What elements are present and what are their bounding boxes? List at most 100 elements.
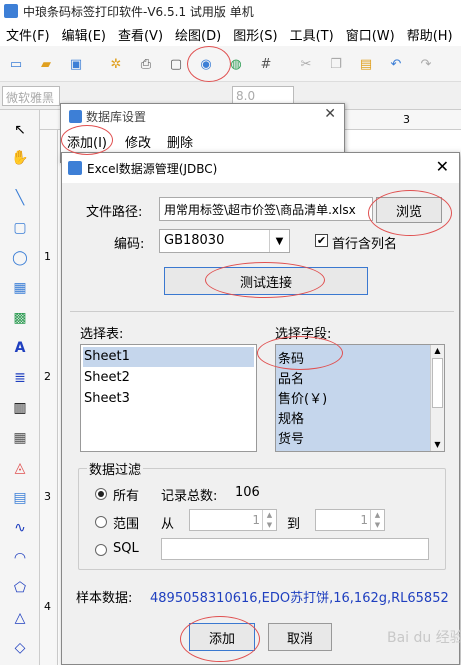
test-connection-button[interactable]: 测试连接 — [164, 267, 368, 295]
encoding-label: 编码: — [114, 237, 145, 252]
curve-icon[interactable]: ∿ — [10, 518, 30, 538]
list-item[interactable]: Sheet3 — [83, 389, 254, 409]
menu-window[interactable]: 窗口(W) — [340, 25, 401, 44]
add-menu[interactable]: 添加(I) — [67, 132, 107, 151]
print-icon[interactable]: ⎙ — [136, 54, 156, 74]
list-item[interactable]: 品名 — [278, 368, 304, 387]
sample-data-value: 4895058310616,EDO苏打饼,16,162g,RL65852 — [150, 591, 449, 606]
add-button[interactable]: 添加 — [189, 623, 255, 651]
delete-menu[interactable]: 删除 — [167, 132, 193, 151]
paragraph-icon[interactable]: ≣ — [10, 368, 30, 388]
list-item[interactable]: 规格 — [278, 408, 304, 427]
separator — [70, 311, 454, 312]
excel-datasource-dialog: Excel数据源管理(JDBC) ✕ 文件路径: 用常用标签\超市价签\商品清单… — [61, 152, 461, 665]
filter-title: 数据过滤 — [87, 459, 144, 478]
rectangle-icon[interactable]: ▢ — [10, 218, 30, 238]
filter-range-radio[interactable] — [95, 516, 107, 528]
scroll-down-icon[interactable]: ▼ — [431, 439, 444, 451]
browse-button[interactable]: 浏览 — [376, 197, 442, 223]
close-icon[interactable]: ✕ — [436, 157, 449, 176]
app-title: 中琅条码标签打印软件-V6.5.1 试用版 单机 — [23, 4, 254, 19]
arc-icon[interactable]: ◠ — [10, 548, 30, 568]
new-icon[interactable]: ▭ — [6, 54, 26, 74]
line-icon[interactable]: ╲ — [10, 188, 30, 208]
save-icon[interactable]: ▣ — [66, 54, 86, 74]
file-path-field[interactable]: 用常用标签\超市价签\商品清单.xlsx — [159, 197, 373, 221]
ruler-mark: 3 — [403, 113, 410, 126]
open-icon[interactable]: ▰ — [36, 54, 56, 74]
left-toolbox: ↖ ✋ ╲ ▢ ◯ ▦ ▩ A ≣ ▥ ▦ ◬ ▤ ∿ ◠ ⬠ △ ◇ — [0, 110, 40, 665]
app-icon — [4, 4, 18, 18]
list-item[interactable]: Sheet2 — [83, 368, 254, 388]
modify-menu[interactable]: 修改 — [125, 132, 151, 151]
menu-help[interactable]: 帮助(H) — [401, 25, 459, 44]
total-records-label: 记录总数: — [161, 489, 218, 504]
filter-all-radio[interactable] — [95, 488, 107, 500]
table-list[interactable]: Sheet1 Sheet2 Sheet3 — [80, 344, 257, 452]
settings-icon[interactable]: ✲ — [106, 54, 126, 74]
barcode-icon[interactable]: ▥ — [10, 398, 30, 418]
redo-icon[interactable]: ↷ — [416, 54, 436, 74]
menu-edit[interactable]: 编辑(E) — [56, 25, 112, 44]
qrcode-icon[interactable]: ▦ — [10, 428, 30, 448]
font-name-select[interactable]: 微软雅黑 — [2, 86, 60, 106]
image-icon[interactable]: ▦ — [10, 278, 30, 298]
pointer-icon[interactable]: ↖ — [10, 120, 30, 140]
menu-view[interactable]: 查看(V) — [112, 25, 169, 44]
path-label: 文件路径: — [86, 205, 143, 220]
cut-icon[interactable]: ✂ — [296, 54, 316, 74]
filter-sql-radio[interactable] — [95, 544, 107, 556]
list-item[interactable]: 条码 — [278, 348, 304, 367]
scroll-thumb[interactable] — [432, 358, 443, 408]
triangle-icon[interactable]: △ — [10, 608, 30, 628]
chevron-down-icon[interactable]: ▼ — [269, 230, 289, 252]
stepper-arrows-icon[interactable]: ▲ ▼ — [262, 510, 276, 530]
grid-icon[interactable]: # — [256, 54, 276, 74]
field-list[interactable]: 条码 品名 售价(￥) 规格 货号 ▲ ▼ — [275, 344, 445, 452]
data-filter-group: 数据过滤 所有 记录总数: 106 范围 从 1 ▲ ▼ 到 1 ▲ ▼ SQL — [78, 459, 446, 570]
select-field-label: 选择字段: — [275, 327, 332, 342]
database-link-icon[interactable]: ◍ — [226, 54, 246, 74]
picture-icon[interactable]: ▩ — [10, 308, 30, 328]
encoding-select[interactable]: GB18030 ▼ — [159, 229, 290, 253]
table-icon[interactable]: ▤ — [10, 488, 30, 508]
ellipse-icon[interactable]: ◯ — [10, 248, 30, 268]
list-item[interactable]: 货号 — [278, 428, 304, 447]
dialog-icon — [69, 110, 82, 123]
watermark: Bai du 经验 — [387, 630, 461, 646]
menu-tools[interactable]: 工具(T) — [284, 25, 340, 44]
scroll-up-icon[interactable]: ▲ — [431, 345, 444, 357]
list-item[interactable]: Sheet1 — [83, 347, 254, 367]
close-icon[interactable]: ✕ — [324, 106, 336, 122]
field-list-scrollbar[interactable]: ▲ ▼ — [430, 345, 444, 451]
menu-shape[interactable]: 图形(S) — [227, 25, 283, 44]
sql-input[interactable] — [161, 538, 429, 560]
list-item[interactable]: 售价(￥) — [278, 388, 327, 407]
from-label: 从 — [161, 517, 175, 532]
paste-icon[interactable]: ▤ — [356, 54, 376, 74]
ruler-mark: 4 — [44, 600, 51, 613]
undo-icon[interactable]: ↶ — [386, 54, 406, 74]
cancel-button[interactable]: 取消 — [268, 623, 332, 651]
shape-icon[interactable]: ◬ — [10, 458, 30, 478]
encoding-value: GB18030 — [164, 233, 225, 248]
stepper-arrows-icon[interactable]: ▲ ▼ — [370, 510, 384, 530]
header-row-checkbox[interactable]: ✔ — [315, 234, 328, 247]
print-preview-icon[interactable]: ▢ — [166, 54, 186, 74]
from-stepper[interactable]: 1 ▲ ▼ — [189, 509, 277, 531]
database-icon[interactable]: ◉ — [196, 54, 216, 74]
copy-icon[interactable]: ❐ — [326, 54, 346, 74]
filter-range-label: 范围 — [113, 517, 140, 532]
to-label: 到 — [287, 517, 301, 532]
to-stepper[interactable]: 1 ▲ ▼ — [315, 509, 385, 531]
header-row-label: 首行含列名 — [332, 237, 398, 252]
dialog-icon — [68, 161, 82, 175]
menu-draw[interactable]: 绘图(D) — [169, 25, 227, 44]
pan-icon[interactable]: ✋ — [10, 148, 30, 168]
ruler-mark: 2 — [44, 370, 51, 383]
polygon-icon[interactable]: ⬠ — [10, 578, 30, 598]
menu-file[interactable]: 文件(F) — [0, 25, 56, 44]
main-toolbar: ▭ ▰ ▣ ✲ ⎙ ▢ ◉ ◍ # ✂ ❐ ▤ ↶ ↷ — [0, 46, 461, 82]
text-icon[interactable]: A — [10, 338, 30, 358]
diamond-icon[interactable]: ◇ — [10, 638, 30, 658]
